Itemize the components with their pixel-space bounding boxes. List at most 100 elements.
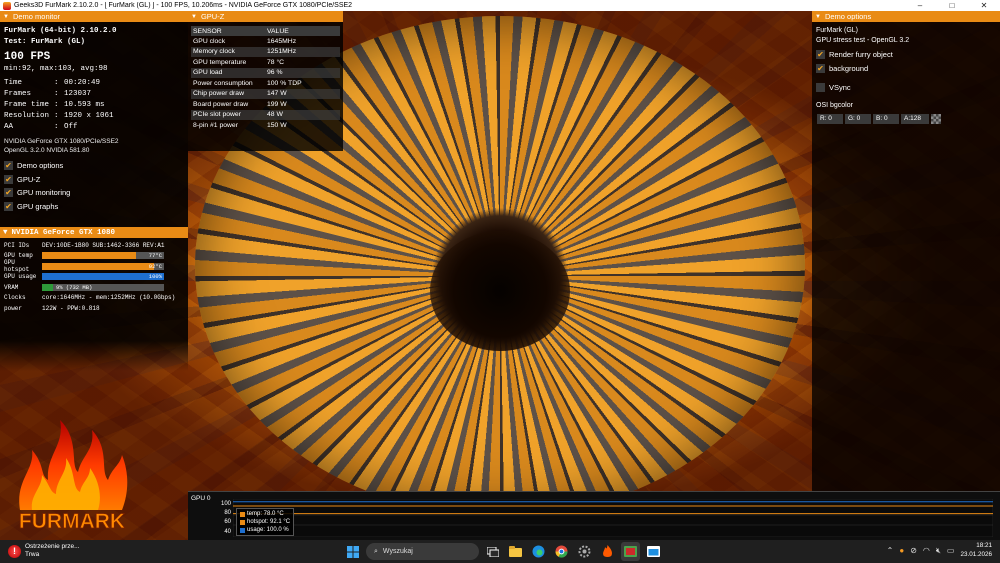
bgcolor-g-field[interactable]: G: 0 xyxy=(845,113,871,124)
furmark-flame-icon[interactable] xyxy=(598,542,617,561)
opengl-info: OpenGL 3.2.0 NVIDIA 581.80 xyxy=(4,147,90,154)
legend-usage: usage: 100.0 % xyxy=(240,526,290,534)
table-row: GPU temperature 78 °C xyxy=(193,58,285,66)
settings-gear-icon[interactable] xyxy=(575,542,594,561)
windows-taskbar: ! Ostrzeżenie prze... Trwa ⌕ Wyszukaj ⌃ … xyxy=(0,540,1000,563)
option-gpu-z[interactable]: ✔ GPU-Z xyxy=(0,173,188,187)
checkbox-checked-icon[interactable]: ✔ xyxy=(4,174,13,184)
bgcolor-r-field[interactable]: R: 0 xyxy=(817,113,843,124)
notification-subtitle: Trwa xyxy=(25,551,40,558)
legend-hotspot: hotspot: 92.1 °C xyxy=(240,518,290,526)
task-view-icon[interactable] xyxy=(483,542,502,561)
gpuz-title: GPU-Z xyxy=(200,12,225,21)
demo-monitor-title: Demo monitor xyxy=(12,12,61,21)
edge-browser-icon[interactable] xyxy=(529,542,548,561)
table-row: Chip power draw 147 W xyxy=(191,88,340,99)
table-row: 8-pin #1 power 150 W xyxy=(193,121,287,129)
logo-text: FURMARK xyxy=(19,510,125,533)
stat-aa: AA: Off xyxy=(4,123,78,131)
test-name: Test: FurMark (GL) xyxy=(4,38,86,46)
col-sensor: SENSOR xyxy=(191,26,265,36)
gpu-pci-row: PCI IDs DEV:10DE-1B80 SUB:1462-3366 REV:A… xyxy=(4,241,165,249)
renderer-info: NVIDIA GeForce GTX 1080/PCIe/SSE2 xyxy=(4,138,119,145)
option-vsync[interactable]: VSync xyxy=(812,81,1000,95)
furmark-logo: FURMARK xyxy=(10,410,135,535)
demo-monitor-header[interactable]: ▼ Demo monitor xyxy=(0,11,188,22)
search-placeholder: Wyszukaj xyxy=(382,548,413,555)
checkbox-checked-icon[interactable]: ✔ xyxy=(4,201,13,211)
clock-date: 23.01.2026 xyxy=(960,550,992,558)
osi-bgcolor-label: OSI bgcolor xyxy=(816,101,853,109)
bgcolor-a-field[interactable]: A:128 xyxy=(901,113,929,124)
wifi-icon[interactable]: ◠ xyxy=(923,546,930,555)
gpu-monitor-header[interactable]: ▼ NVIDIA GeForce GTX 1080 xyxy=(0,227,188,238)
taskbar-notification[interactable]: ! Ostrzeżenie prze... Trwa xyxy=(8,543,80,559)
collapse-caret-icon: ▼ xyxy=(191,13,197,20)
furmark-taskbar-icon[interactable] xyxy=(621,542,640,561)
search-icon: ⌕ xyxy=(374,547,378,555)
gpuz-panel: ▼ GPU-Z SENSOR VALUE GPU clock 1645MHz Me… xyxy=(188,11,343,151)
flame-logo-icon: FURMARK xyxy=(19,420,128,533)
checkbox-checked-icon[interactable]: ✔ xyxy=(4,188,13,198)
checkbox-checked-icon[interactable]: ✔ xyxy=(4,161,13,171)
color-swatch-icon[interactable] xyxy=(931,113,941,124)
table-row: Power consumption 100 % TDP xyxy=(193,79,302,87)
gpu-name: NVIDIA GeForce GTX 1080 xyxy=(11,228,116,237)
taskbar-apps: ⌕ Wyszukaj xyxy=(343,542,663,561)
stat-frame-time: Frame time:10.593 ms xyxy=(4,101,105,109)
chevron-up-icon[interactable]: ⌃ xyxy=(887,546,894,555)
taskbar-clock[interactable]: 18:21 23.01.2026 xyxy=(960,542,992,559)
y-tick-80: 80 xyxy=(224,510,231,516)
gpu-power-row: power 122W - PPW:0.818 xyxy=(4,304,100,312)
chrome-browser-icon[interactable] xyxy=(552,542,571,561)
option-gpu-monitoring[interactable]: ✔ GPU monitoring xyxy=(0,186,188,200)
furmark-app-icon xyxy=(3,1,11,10)
tray-app-icon[interactable]: ● xyxy=(899,546,904,555)
gpuz-header[interactable]: ▼ GPU-Z xyxy=(188,11,343,22)
battery-icon[interactable]: ▭ xyxy=(947,546,955,555)
demo-options-header[interactable]: ▼ Demo options xyxy=(812,11,1000,22)
close-button[interactable]: ✕ xyxy=(968,0,1000,11)
bgcolor-b-field[interactable]: B: 0 xyxy=(873,113,899,124)
notification-title: Ostrzeżenie prze... xyxy=(25,543,80,550)
gpu-usage-row: GPU usage 100% xyxy=(4,273,164,281)
windows-logo-icon xyxy=(346,545,359,558)
table-row: Board power draw 199 W xyxy=(193,100,287,108)
gpu-hotspot-bar: 92°C xyxy=(42,262,164,270)
system-tray: ⌃ ● ⊘ ◠ 🔇︎ ▭ 18:21 23.01.2026 xyxy=(887,542,992,559)
fps-stats: min:92, max:103, avg:98 xyxy=(4,65,108,73)
option-demo-options[interactable]: ✔ Demo options xyxy=(0,159,188,173)
checkbox-checked-icon[interactable]: ✔ xyxy=(816,63,825,73)
stat-resolution: Resolution:1920 x 1061 xyxy=(4,112,114,120)
app-window-icon[interactable] xyxy=(644,542,663,561)
gpu-hotspot-row: GPU hotspot 92°C xyxy=(4,259,164,274)
gpu-monitor-panel: ▼ NVIDIA GeForce GTX 1080 PCI IDs DEV:10D… xyxy=(0,227,188,314)
speaker-muted-icon[interactable]: 🔇︎ xyxy=(936,546,941,556)
osi-bgcolor-picker: R: 0 G: 0 B: 0 A:128 xyxy=(812,113,1000,124)
option-background[interactable]: ✔ background xyxy=(812,62,1000,76)
stats-block: Time:00:20:49 Frames:123037 Frame time:1… xyxy=(0,78,188,133)
start-button[interactable] xyxy=(343,542,362,561)
file-explorer-icon[interactable] xyxy=(506,542,525,561)
demo-name: FurMark (GL) xyxy=(816,27,858,34)
gpu-clocks-row: Clocks core:1646MHz - mem:1252MHz (10.0Gb… xyxy=(4,294,176,302)
gpuz-sensor-table: SENSOR VALUE GPU clock 1645MHz Memory clo… xyxy=(191,26,340,131)
gpu-graph-panel: GPU 0 100 80 60 40 temp: 78.0 °C hotspot… xyxy=(188,491,1000,540)
maximize-button[interactable]: □ xyxy=(936,0,968,11)
table-row: GPU clock 1645MHz xyxy=(193,37,297,45)
checkbox-unchecked-icon[interactable] xyxy=(816,83,825,93)
stat-frames: Frames:123037 xyxy=(4,90,92,98)
gpu-usage-bar: 100% xyxy=(42,273,164,281)
stat-time: Time:00:20:49 xyxy=(4,79,101,87)
table-row: Memory clock 1251MHz xyxy=(191,46,340,57)
fps-readout: 100 FPS xyxy=(4,51,51,63)
demo-monitor-options: ✔ Demo options ✔ GPU-Z ✔ GPU monitoring … xyxy=(0,159,188,213)
gpu-vram-row: VRAM 9% (732 MB) xyxy=(0,282,188,293)
table-row: GPU load 96 % xyxy=(191,67,340,78)
taskbar-search[interactable]: ⌕ Wyszukaj xyxy=(366,543,479,560)
tray-network-off-icon[interactable]: ⊘ xyxy=(910,546,917,555)
option-render-furry-object[interactable]: ✔ Render furry object xyxy=(812,48,1000,62)
checkbox-checked-icon[interactable]: ✔ xyxy=(816,50,825,60)
option-gpu-graphs[interactable]: ✔ GPU graphs xyxy=(0,200,188,214)
minimize-button[interactable]: – xyxy=(904,0,936,11)
